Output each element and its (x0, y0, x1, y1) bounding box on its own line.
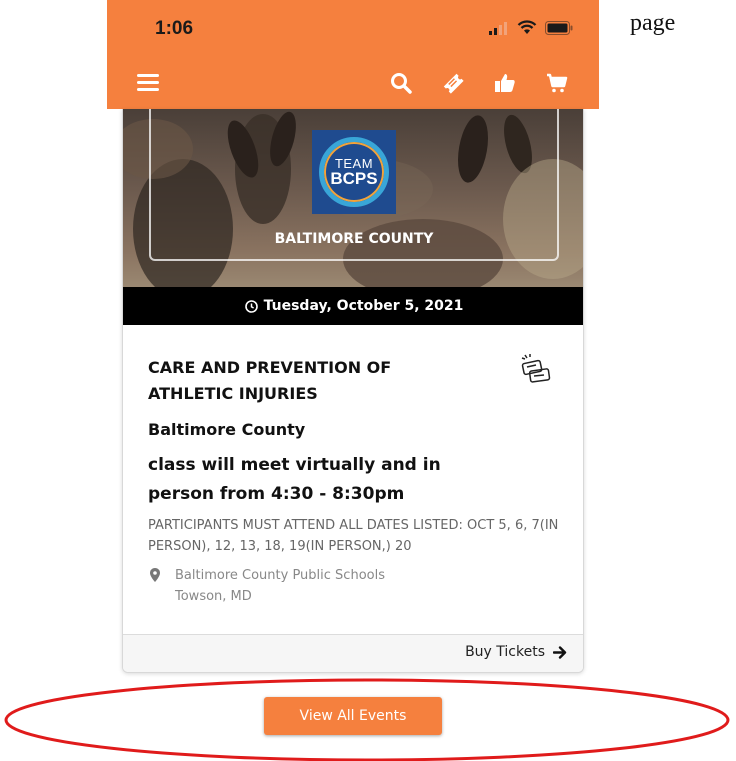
event-city: Towson, MD (175, 589, 252, 604)
tickets-available-icon (521, 354, 551, 383)
search-icon[interactable] (387, 69, 415, 97)
clock-icon (244, 299, 258, 313)
header-toolbar (387, 69, 571, 97)
status-bar: 1:06 (107, 0, 599, 56)
event-details: CARE AND PREVENTION OF ATHLETIC INJURIES… (148, 354, 563, 607)
arrow-right-icon (553, 645, 567, 659)
event-county: Baltimore County (148, 420, 306, 439)
signal-icon (489, 21, 507, 35)
event-title[interactable]: CARE AND PREVENTION OF ATHLETIC INJURIES (148, 355, 448, 407)
map-marker-icon (150, 568, 160, 582)
view-all-events-button[interactable]: View All Events (264, 697, 442, 735)
event-date: Tuesday, October 5, 2021 (263, 298, 464, 314)
event-card[interactable]: TEAM BCPS BALTIMORE COUNTY Tuesday, Octo… (122, 109, 584, 673)
status-time: 1:06 (155, 18, 194, 39)
ticket-icon[interactable] (439, 69, 467, 97)
hero-title: BALTIMORE COUNTY (274, 231, 434, 247)
event-description: class will meet virtually and in person … (148, 455, 441, 504)
buy-tickets-link[interactable]: Buy Tickets (465, 644, 567, 660)
team-bcps-logo: TEAM BCPS (312, 130, 396, 214)
event-attendance-note: PARTICIPANTS MUST ATTEND ALL DATES LISTE… (148, 518, 559, 554)
cart-icon[interactable] (543, 69, 571, 97)
event-hero-image: TEAM BCPS BALTIMORE COUNTY (123, 109, 583, 287)
logo-line-2: BCPS (330, 169, 378, 188)
status-icons (489, 20, 573, 35)
buy-tickets-label: Buy Tickets (465, 644, 545, 660)
event-date-bar: Tuesday, October 5, 2021 (123, 287, 583, 325)
thumbs-up-icon[interactable] (491, 69, 519, 97)
phone-screen: 1:06 TEAM BCPS BALTIMORE COUNTY Tuesday,… (107, 0, 599, 761)
event-venue: Baltimore County Public Schools (175, 568, 385, 583)
battery-icon (545, 20, 573, 35)
app-header (107, 56, 599, 109)
wifi-icon (517, 20, 537, 34)
menu-icon[interactable] (137, 74, 159, 92)
background-page-text: page (630, 10, 676, 36)
event-location: Baltimore County Public Schools Towson, … (148, 565, 563, 607)
event-card-footer: Buy Tickets (123, 634, 583, 672)
